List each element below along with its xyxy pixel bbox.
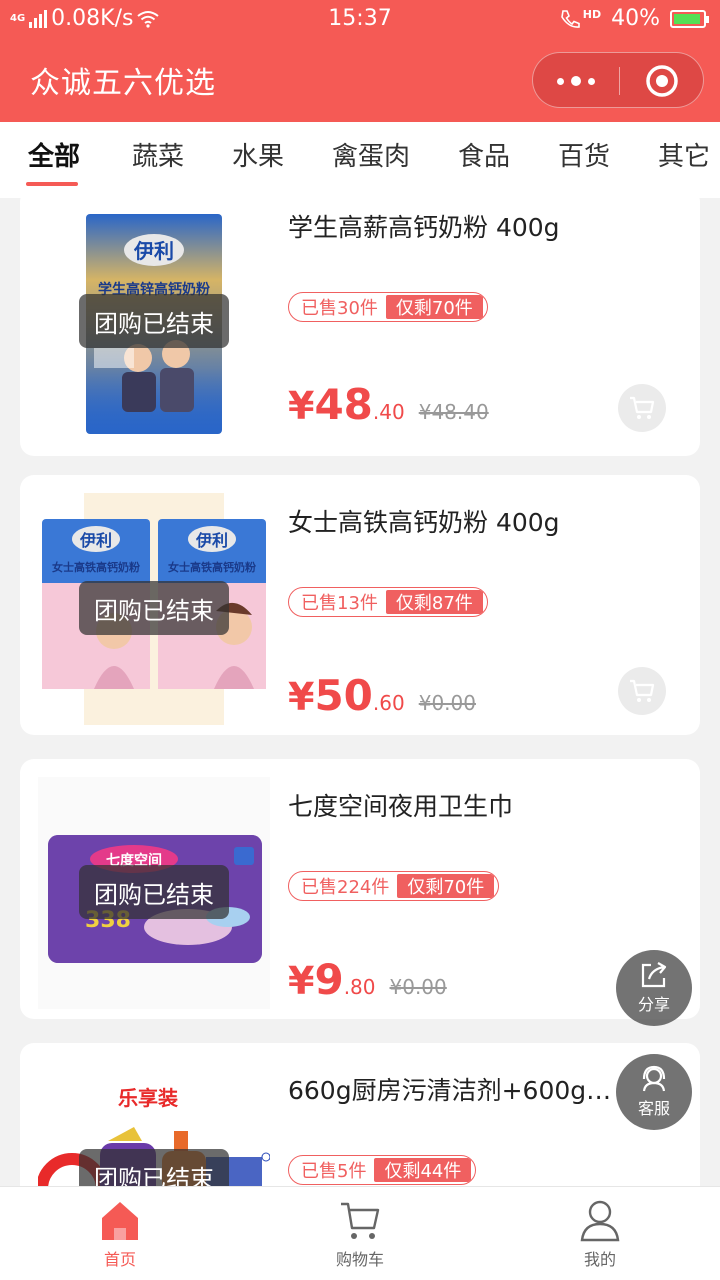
page-title: 众诚五六优选 xyxy=(30,66,216,101)
price-integer: 50 xyxy=(314,671,373,720)
tab-vegetables[interactable]: 蔬菜 xyxy=(132,136,184,173)
package-caption: 女士高铁高钙奶粉 xyxy=(168,560,256,574)
share-icon xyxy=(641,962,667,988)
original-price: ¥0.00 xyxy=(389,975,447,999)
group-buy-ended-overlay: 团购已结束 xyxy=(79,294,229,348)
price-decimal: .80 xyxy=(343,975,376,999)
tab-all[interactable]: 全部 xyxy=(28,136,80,173)
stock-badge: 已售30件 仅剩70件 xyxy=(288,292,488,322)
add-to-cart-button[interactable] xyxy=(618,667,666,715)
active-tab-indicator xyxy=(26,182,78,186)
product-name: 学生高薪高钙奶粉 400g xyxy=(288,213,560,242)
price-decimal: .40 xyxy=(372,400,405,424)
tab-other[interactable]: 其它 xyxy=(658,136,710,173)
tab-fruits[interactable]: 水果 xyxy=(232,136,284,173)
nav-home[interactable]: 首页 xyxy=(0,1187,240,1280)
product-name: 女士高铁高钙奶粉 400g xyxy=(288,508,560,537)
remaining-count: 仅剩44件 xyxy=(374,1158,472,1182)
sold-count: 已售224件 xyxy=(301,877,390,898)
profile-icon xyxy=(580,1200,620,1242)
product-card[interactable]: 乐享装 团购已结束 660g厨房污清洁剂+600g香… 已售5件 仅剩44件 xyxy=(20,1043,700,1186)
nav-profile-label: 我的 xyxy=(583,1250,616,1269)
package-caption: 女士高铁高钙奶粉 xyxy=(52,560,140,574)
app-screen: 4G 0.08K/s 15:37 HD 40% 众诚五六优选 全部 蔬菜 水果 … xyxy=(0,0,720,1280)
price-decimal: .60 xyxy=(372,691,405,715)
product-card[interactable]: 伊利 学生高锌高钙奶粉 团购已结束 学生高薪高钙奶粉 400g 已售30件 仅剩… xyxy=(20,198,700,456)
nav-cart[interactable]: 购物车 xyxy=(240,1187,480,1280)
price: ¥ 50 .60 ¥0.00 xyxy=(288,671,476,720)
currency-symbol: ¥ xyxy=(288,384,315,428)
sold-count: 已售5件 xyxy=(301,1161,367,1182)
product-card[interactable]: 七度空间 338 团购已结束 七度空间夜用卫生巾 已售224件 仅剩70件 ¥ … xyxy=(20,759,700,1019)
header: 4G 0.08K/s 15:37 HD 40% 众诚五六优选 xyxy=(0,0,720,122)
product-card[interactable]: 伊利 女士高铁高钙奶粉 伊利 女士高铁高钙奶粉 团购已结束 女士高铁高钙奶粉 4… xyxy=(20,475,700,735)
battery-icon xyxy=(670,9,709,28)
more-button[interactable] xyxy=(533,53,619,109)
hd-label: HD xyxy=(582,8,602,21)
tab-poultry-eggs-meat[interactable]: 禽蛋肉 xyxy=(332,136,410,173)
service-label: 客服 xyxy=(637,1099,670,1118)
bottom-nav: 首页 购物车 我的 xyxy=(0,1186,720,1280)
group-buy-ended-overlay: 团购已结束 xyxy=(79,1149,229,1186)
group-buy-ended-overlay: 团购已结束 xyxy=(79,581,229,635)
tab-goods[interactable]: 百货 xyxy=(558,136,610,173)
sold-count: 已售13件 xyxy=(301,593,378,614)
cart-icon xyxy=(630,396,655,419)
category-tabs: 全部 蔬菜 水果 禽蛋肉 食品 百货 其它 xyxy=(0,122,720,198)
battery-percent: 40% xyxy=(611,6,660,31)
status-right: HD 40% xyxy=(559,6,709,31)
brand-logo: 伊利 xyxy=(79,531,112,550)
price: ¥ 48 .40 ¥48.40 xyxy=(288,380,489,429)
original-price: ¥48.40 xyxy=(418,400,489,424)
remaining-count: 仅剩87件 xyxy=(385,590,483,614)
sold-count: 已售30件 xyxy=(301,298,378,319)
product-list: 伊利 学生高锌高钙奶粉 团购已结束 学生高薪高钙奶粉 400g 已售30件 仅剩… xyxy=(0,198,720,1186)
close-button[interactable] xyxy=(619,53,705,109)
stock-badge: 已售224件 仅剩70件 xyxy=(288,871,500,901)
currency-symbol: ¥ xyxy=(288,675,315,719)
share-button[interactable]: 分享 xyxy=(616,950,692,1026)
product-name: 660g厨房污清洁剂+600g香… xyxy=(288,1076,628,1105)
share-label: 分享 xyxy=(637,995,670,1014)
miniprogram-capsule xyxy=(532,52,704,108)
price-integer: 48 xyxy=(314,380,373,429)
cart-icon xyxy=(630,679,655,702)
nav-home-label: 首页 xyxy=(103,1250,136,1269)
price: ¥ 9 .80 ¥0.00 xyxy=(288,955,447,1004)
nav-profile[interactable]: 我的 xyxy=(480,1187,720,1280)
hd-call-icon: HD xyxy=(559,8,602,29)
customer-service-button[interactable]: 客服 xyxy=(616,1054,692,1130)
cart-icon xyxy=(341,1202,380,1239)
tab-food[interactable]: 食品 xyxy=(458,136,510,173)
home-icon xyxy=(102,1202,138,1240)
brand-logo: 伊利 xyxy=(133,239,174,263)
remaining-count: 仅剩70件 xyxy=(385,295,483,319)
original-price: ¥0.00 xyxy=(418,691,476,715)
status-bar: 4G 0.08K/s 15:37 HD 40% xyxy=(0,0,720,38)
headset-icon xyxy=(642,1065,666,1092)
currency-symbol: ¥ xyxy=(288,959,315,1003)
add-to-cart-button[interactable] xyxy=(618,384,666,432)
remaining-count: 仅剩70件 xyxy=(397,874,495,898)
stock-badge: 已售13件 仅剩87件 xyxy=(288,587,488,617)
nav-cart-label: 购物车 xyxy=(335,1250,384,1269)
price-integer: 9 xyxy=(314,955,344,1004)
product-name: 七度空间夜用卫生巾 xyxy=(288,792,514,821)
package-caption: 乐享装 xyxy=(118,1086,178,1110)
target-icon xyxy=(646,65,678,97)
stock-badge: 已售5件 仅剩44件 xyxy=(288,1155,477,1185)
brand-logo: 伊利 xyxy=(195,531,228,550)
group-buy-ended-overlay: 团购已结束 xyxy=(79,865,229,919)
